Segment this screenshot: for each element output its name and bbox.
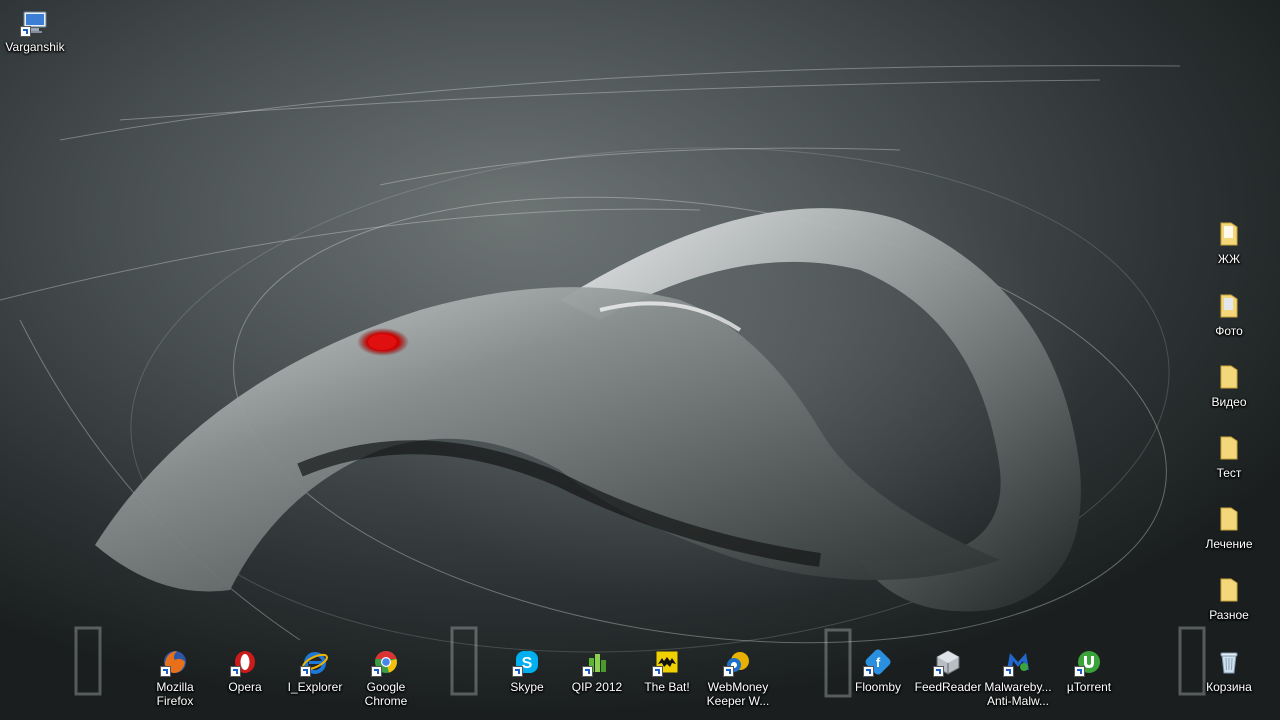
icon-label: Skype <box>510 680 544 694</box>
opera-icon <box>229 646 261 678</box>
desktop-folder-lechenie[interactable]: Лечение <box>1191 503 1267 551</box>
icon-label: QIP 2012 <box>571 680 623 694</box>
icon-label: Mozilla Firefox <box>156 680 194 708</box>
desktop-shortcut-qip[interactable]: QIP 2012 <box>559 646 635 694</box>
shortcut-arrow-icon <box>300 666 311 677</box>
qip-icon <box>581 646 613 678</box>
desktop-shortcut-utorrent[interactable]: µTorrent <box>1051 646 1127 694</box>
folder-icon <box>1213 218 1245 250</box>
svg-text:f: f <box>876 655 881 670</box>
desktop-shortcut-feedreader[interactable]: FeedReader <box>910 646 986 694</box>
shortcut-arrow-icon <box>230 666 241 677</box>
icon-label: µTorrent <box>1066 680 1112 694</box>
icon-label: Разное <box>1209 608 1249 622</box>
icon-label: Varganshik <box>5 40 65 54</box>
icon-label: Фото <box>1215 324 1243 338</box>
desktop-shortcut-opera[interactable]: Opera <box>207 646 283 694</box>
firefox-icon <box>159 646 191 678</box>
icon-label: ЖЖ <box>1217 252 1241 266</box>
webmoney-icon <box>722 646 754 678</box>
shortcut-arrow-icon <box>20 26 31 37</box>
desktop-shortcut-webmoney[interactable]: WebMoney Keeper W... <box>700 646 776 708</box>
folder-icon <box>1213 361 1245 393</box>
internet-explorer-icon <box>299 646 331 678</box>
floomby-icon: f <box>862 646 894 678</box>
shortcut-arrow-icon <box>582 666 593 677</box>
desktop-shortcut-internet-explorer[interactable]: I_Explorer <box>277 646 353 694</box>
icon-label: Тест <box>1216 466 1242 480</box>
recycle-bin-icon <box>1213 646 1245 678</box>
svg-text:S: S <box>522 655 533 672</box>
feedreader-icon <box>932 646 964 678</box>
shortcut-arrow-icon <box>1003 666 1014 677</box>
icon-label: FeedReader <box>914 680 982 694</box>
desktop-folder-test[interactable]: Тест <box>1191 432 1267 480</box>
desktop-shortcut-firefox[interactable]: Mozilla Firefox <box>137 646 213 708</box>
icon-label: Opera <box>228 680 262 694</box>
icon-label: The Bat! <box>644 680 690 694</box>
desktop-folder-foto[interactable]: Фото <box>1191 290 1267 338</box>
utorrent-icon <box>1073 646 1105 678</box>
desktop-shortcut-malwarebytes[interactable]: Malwareby... Anti-Malw... <box>980 646 1056 708</box>
desktop-shortcut-chrome[interactable]: Google Chrome <box>348 646 424 708</box>
folder-icon <box>1213 574 1245 606</box>
computer-icon <box>19 6 51 38</box>
malwarebytes-icon <box>1002 646 1034 678</box>
folder-icon <box>1213 432 1245 464</box>
shortcut-arrow-icon <box>652 666 663 677</box>
icon-label: I_Explorer <box>287 680 343 694</box>
desktop-shortcut-skype[interactable]: S Skype <box>489 646 565 694</box>
shortcut-arrow-icon <box>933 666 944 677</box>
folder-icon <box>1213 503 1245 535</box>
the-bat-icon <box>651 646 683 678</box>
icon-label: Видео <box>1211 395 1247 409</box>
desktop-shortcut-the-bat[interactable]: The Bat! <box>629 646 705 694</box>
icon-label: Корзина <box>1206 680 1252 694</box>
desktop-icon-computer[interactable]: Varganshik <box>0 6 73 54</box>
desktop-shortcut-floomby[interactable]: f Floomby <box>840 646 916 694</box>
icon-label: Google Chrome <box>364 680 408 708</box>
desktop-folder-video[interactable]: Видео <box>1191 361 1267 409</box>
wallpaper-raven-art <box>0 65 1206 698</box>
chrome-icon <box>370 646 402 678</box>
desktop-folder-raznoe[interactable]: Разное <box>1191 574 1267 622</box>
skype-icon: S <box>511 646 543 678</box>
shortcut-arrow-icon <box>723 666 734 677</box>
shortcut-arrow-icon <box>371 666 382 677</box>
shortcut-arrow-icon <box>160 666 171 677</box>
desktop-icon-recycle-bin[interactable]: Корзина <box>1191 646 1267 694</box>
icon-label: Floomby <box>854 680 901 694</box>
icon-label: WebMoney Keeper W... <box>706 680 770 708</box>
shortcut-arrow-icon <box>863 666 874 677</box>
shortcut-arrow-icon <box>512 666 523 677</box>
folder-icon <box>1213 290 1245 322</box>
icon-label: Лечение <box>1205 537 1253 551</box>
icon-label: Malwareby... Anti-Malw... <box>984 680 1052 708</box>
desktop-folder-zhzh[interactable]: ЖЖ <box>1191 218 1267 266</box>
desktop: Varganshik ЖЖ Фото Видео Тест Лечение Ра… <box>0 0 1280 720</box>
shortcut-arrow-icon <box>1074 666 1085 677</box>
